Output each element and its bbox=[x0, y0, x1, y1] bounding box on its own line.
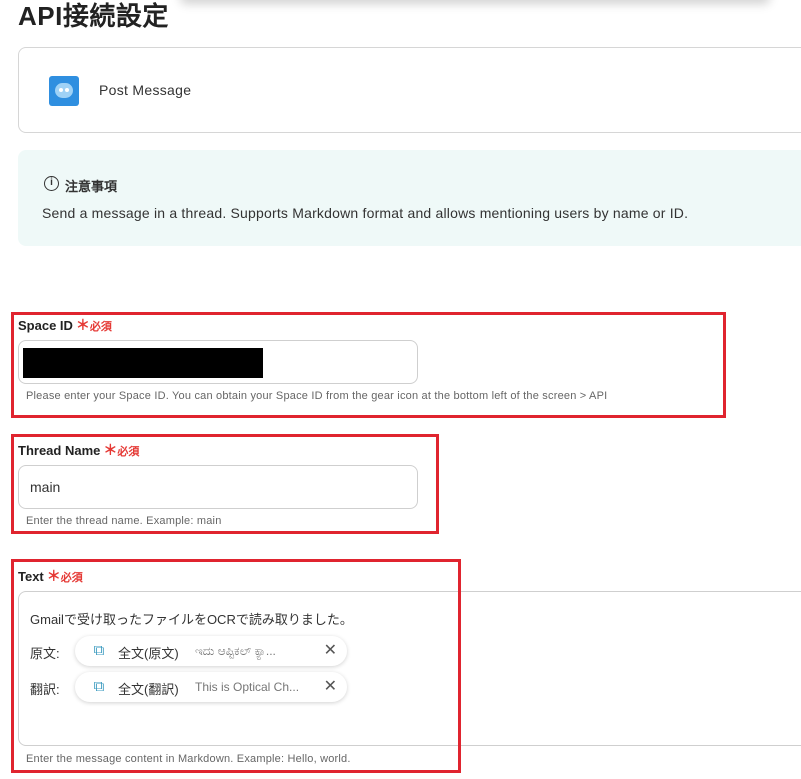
thread-name-label: Thread Name ＊必須 bbox=[18, 440, 139, 460]
space-id-input[interactable] bbox=[18, 340, 418, 384]
close-icon[interactable]: ✕ bbox=[324, 677, 337, 697]
text-help: Enter the message content in Markdown. E… bbox=[26, 753, 351, 765]
chip-name: 全文(翻訳) bbox=[118, 682, 179, 697]
space-id-label: Space ID ＊必須 bbox=[18, 315, 112, 335]
required-badge: ＊必須 bbox=[103, 442, 140, 458]
page-title: API接続設定 bbox=[18, 1, 169, 31]
thread-name-label-text: Thread Name bbox=[18, 443, 101, 458]
variable-icon: ⧉ bbox=[93, 678, 105, 695]
redacted-value bbox=[23, 348, 263, 378]
text-line: Gmailで受け取ったファイルをOCRで読み取りました。 bbox=[30, 612, 353, 627]
text-input[interactable]: Gmailで受け取ったファイルをOCRで読み取りました。 原文: ⧉ 全文(原文… bbox=[18, 591, 801, 746]
text-label-text: Text bbox=[18, 569, 44, 584]
thread-name-help: Enter the thread name. Example: main bbox=[26, 515, 222, 527]
space-id-help: Please enter your Space ID. You can obta… bbox=[26, 390, 608, 402]
space-id-label-text: Space ID bbox=[18, 318, 73, 333]
row-label-translation: 翻訳: bbox=[30, 682, 60, 697]
required-badge: ＊必須 bbox=[46, 568, 83, 584]
notice-text: Send a message in a thread. Supports Mar… bbox=[42, 205, 689, 221]
action-name: Post Message bbox=[99, 82, 192, 98]
info-icon: i bbox=[44, 176, 59, 191]
notice-title: 注意事項 bbox=[65, 179, 118, 194]
close-icon[interactable]: ✕ bbox=[324, 641, 337, 661]
row-label-original: 原文: bbox=[30, 646, 60, 661]
chip-name: 全文(原文) bbox=[118, 646, 179, 661]
app-logo-icon bbox=[49, 76, 79, 106]
variable-icon: ⧉ bbox=[93, 642, 105, 659]
text-label: Text ＊必須 bbox=[18, 566, 83, 586]
thread-name-value: main bbox=[30, 479, 61, 495]
required-badge: ＊必須 bbox=[75, 317, 112, 333]
notice-box: i 注意事項 Send a message in a thread. Suppo… bbox=[18, 150, 801, 246]
variable-chip-original[interactable]: ⧉ 全文(原文) ಇದು ಆಪ್ಟಿಕಲ್ ಕ್ಯಾ... ✕ bbox=[75, 636, 347, 666]
action-card[interactable]: Post Message bbox=[18, 47, 801, 133]
chip-preview: ಇದು ಆಪ್ಟಿಕಲ್ ಕ್ಯಾ... bbox=[195, 644, 276, 658]
variable-chip-translation[interactable]: ⧉ 全文(翻訳) This is Optical Ch... ✕ bbox=[75, 672, 347, 702]
thread-name-input[interactable]: main bbox=[18, 465, 418, 509]
chip-preview: This is Optical Ch... bbox=[195, 680, 300, 694]
